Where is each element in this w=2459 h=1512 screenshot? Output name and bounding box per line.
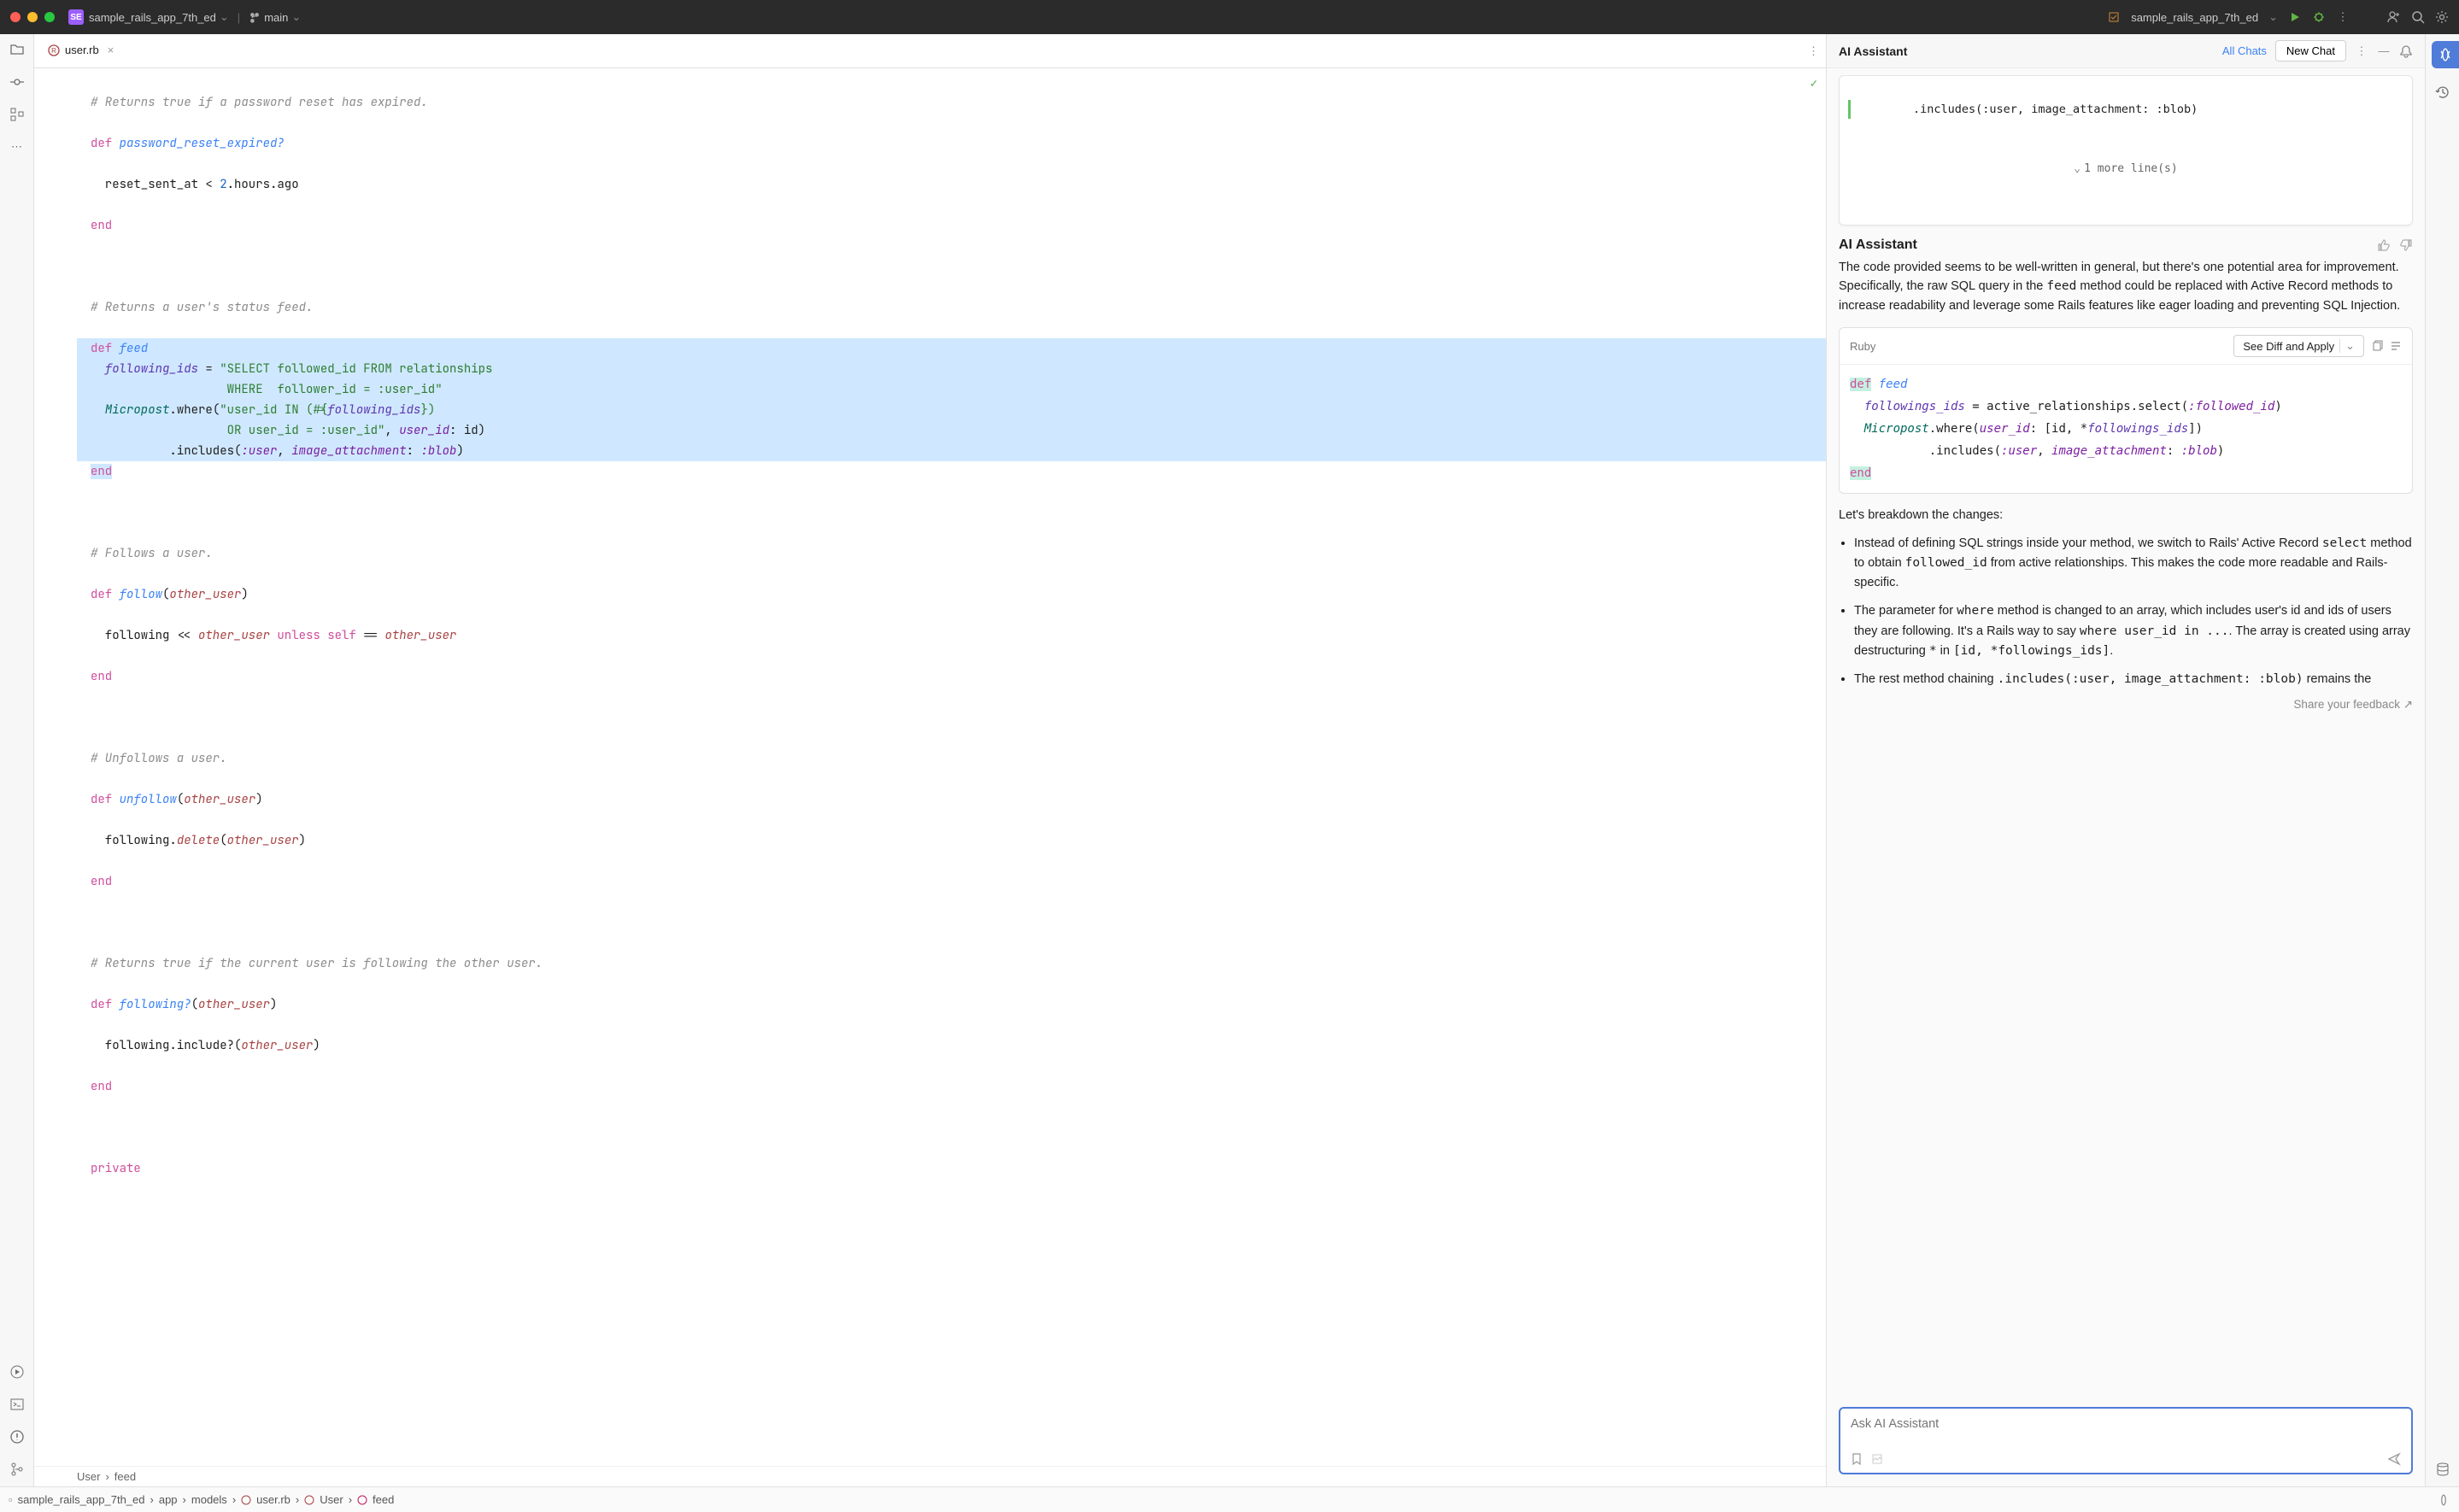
assistant-message-title: AI Assistant [1839,237,1917,253]
more-icon[interactable]: ⋮ [2355,44,2368,58]
editor-tabs: R user.rb × ⋮ [34,34,1826,68]
list-item: Instead of defining SQL strings inside y… [1854,534,2413,594]
assistant-message-text: The code provided seems to be well-writt… [1839,258,2413,315]
module-icon: ▫ [9,1493,13,1506]
breadcrumb-method: feed [114,1470,136,1483]
ruby-file-icon: R [48,44,60,56]
attach-file-icon[interactable] [1871,1453,1883,1465]
assistant-body[interactable]: .includes(:user, image_attachment: :blob… [1827,68,2425,1398]
sb-file[interactable]: user.rb [256,1493,291,1506]
run-button[interactable] [2288,10,2302,24]
tab-actions-icon[interactable]: ⋮ [1808,44,1819,58]
project-tool-icon[interactable] [9,41,26,58]
svg-text:R: R [51,47,56,55]
sb-class[interactable]: User [320,1493,343,1506]
method-icon [357,1495,367,1505]
suggested-code: def feed followings_ids = active_relatio… [1840,365,2412,493]
titlebar: SE sample_rails_app_7th_ed ⌄ | main ⌄ sa… [0,0,2459,34]
chevron-down-icon[interactable]: ⌄ [220,10,229,24]
expand-lines-button[interactable]: ⌄ 1 more line(s) [1848,156,2403,182]
branch-name: main [264,11,288,24]
tab-filename: user.rb [65,44,99,56]
status-indicator-icon[interactable] [2437,1493,2450,1507]
search-icon[interactable] [2411,10,2425,24]
more-tool-icon[interactable]: ⋯ [9,138,26,155]
database-tool-icon[interactable] [2434,1461,2451,1478]
breadcrumb-class: User [77,1470,100,1483]
left-tool-rail: ⋯ [0,34,34,1486]
assistant-header: AI Assistant All Chats New Chat ⋮ — [1827,34,2425,68]
breadcrumb-separator: › [105,1470,109,1483]
close-window-button[interactable] [10,12,21,22]
assistant-input[interactable] [1851,1417,2401,1445]
project-badge: SE [68,9,84,25]
code-language-label: Ruby [1850,340,1875,353]
run-tool-icon[interactable] [9,1363,26,1380]
notifications-icon[interactable] [2399,44,2413,58]
class-icon [304,1495,314,1505]
editor-pane: R user.rb × ⋮ ✓# Returns true if a passw… [34,34,1827,1486]
copy-icon[interactable] [2371,340,2383,352]
breakdown-intro: Let's breakdown the changes: [1839,506,2413,525]
structure-tool-icon[interactable] [9,106,26,123]
editor-breadcrumb[interactable]: User › feed [34,1466,1826,1486]
vcs-tool-icon[interactable] [9,1461,26,1478]
branch-icon [249,11,261,23]
all-chats-link[interactable]: All Chats [2222,44,2267,57]
maximize-window-button[interactable] [44,12,55,22]
insert-icon[interactable] [2390,340,2402,352]
chevron-down-icon: ⌄ [2339,339,2355,353]
git-branch-selector[interactable]: main ⌄ [249,10,301,24]
statusbar: ▫ sample_rails_app_7th_ed › app › models… [0,1486,2459,1512]
add-user-icon[interactable] [2387,10,2401,24]
chevron-down-icon[interactable]: ⌄ [2268,10,2278,24]
bookmark-icon[interactable] [1851,1453,1863,1465]
commit-tool-icon[interactable] [9,73,26,91]
sb-models[interactable]: models [191,1493,227,1506]
close-tab-icon[interactable]: × [108,44,114,56]
thumbs-down-icon[interactable] [2399,238,2413,252]
sb-method[interactable]: feed [373,1493,394,1506]
prior-code-block: .includes(:user, image_attachment: :blob… [1839,75,2413,226]
chevron-down-icon: ⌄ [2074,162,2080,175]
suggested-code-block: Ruby See Diff and Apply ⌄ def feed follo… [1839,327,2413,494]
minimize-window-button[interactable] [27,12,38,22]
terminal-tool-icon[interactable] [9,1396,26,1413]
prior-code-line: .includes(:user, image_attachment: :blob… [1848,100,2403,119]
list-item: The rest method chaining .includes(:user… [1854,670,2413,689]
expand-label: 1 more line(s) [2084,162,2178,175]
debug-button[interactable] [2312,10,2326,24]
file-tab[interactable]: R user.rb × [41,34,120,67]
run-config-icon[interactable] [2107,10,2121,24]
separator: | [238,11,240,24]
ai-assistant-tool-icon[interactable] [2432,41,2459,68]
ai-assistant-pane: AI Assistant All Chats New Chat ⋮ — .inc… [1827,34,2425,1486]
chevron-down-icon: ⌄ [291,10,301,24]
sb-app[interactable]: app [159,1493,178,1506]
history-tool-icon[interactable] [2434,84,2451,101]
assistant-header-title: AI Assistant [1839,44,1907,58]
change-explanation-list: Instead of defining SQL strings inside y… [1854,534,2413,689]
run-config-name[interactable]: sample_rails_app_7th_ed [2131,11,2258,24]
thumbs-up-icon[interactable] [2377,238,2391,252]
minimize-icon[interactable]: — [2377,44,2391,57]
ruby-file-icon [241,1495,251,1505]
see-diff-apply-button[interactable]: See Diff and Apply ⌄ [2233,335,2364,357]
problems-tool-icon[interactable] [9,1428,26,1445]
code-editor[interactable]: ✓# Returns true if a password reset has … [34,68,1826,1466]
settings-icon[interactable] [2435,10,2449,24]
assistant-input-box[interactable] [1839,1407,2413,1474]
send-icon[interactable] [2387,1452,2401,1466]
more-icon[interactable]: ⋮ [2336,10,2350,24]
list-item: The parameter for where method is change… [1854,601,2413,661]
new-chat-button[interactable]: New Chat [2275,40,2346,62]
sb-project[interactable]: sample_rails_app_7th_ed [18,1493,145,1506]
window-controls [10,12,55,22]
right-tool-rail [2425,34,2459,1486]
share-feedback-link[interactable]: Share your feedback ↗ [1839,698,2413,712]
inspection-ok-icon[interactable]: ✓ [1811,73,1817,94]
project-name[interactable]: sample_rails_app_7th_ed [89,11,216,24]
